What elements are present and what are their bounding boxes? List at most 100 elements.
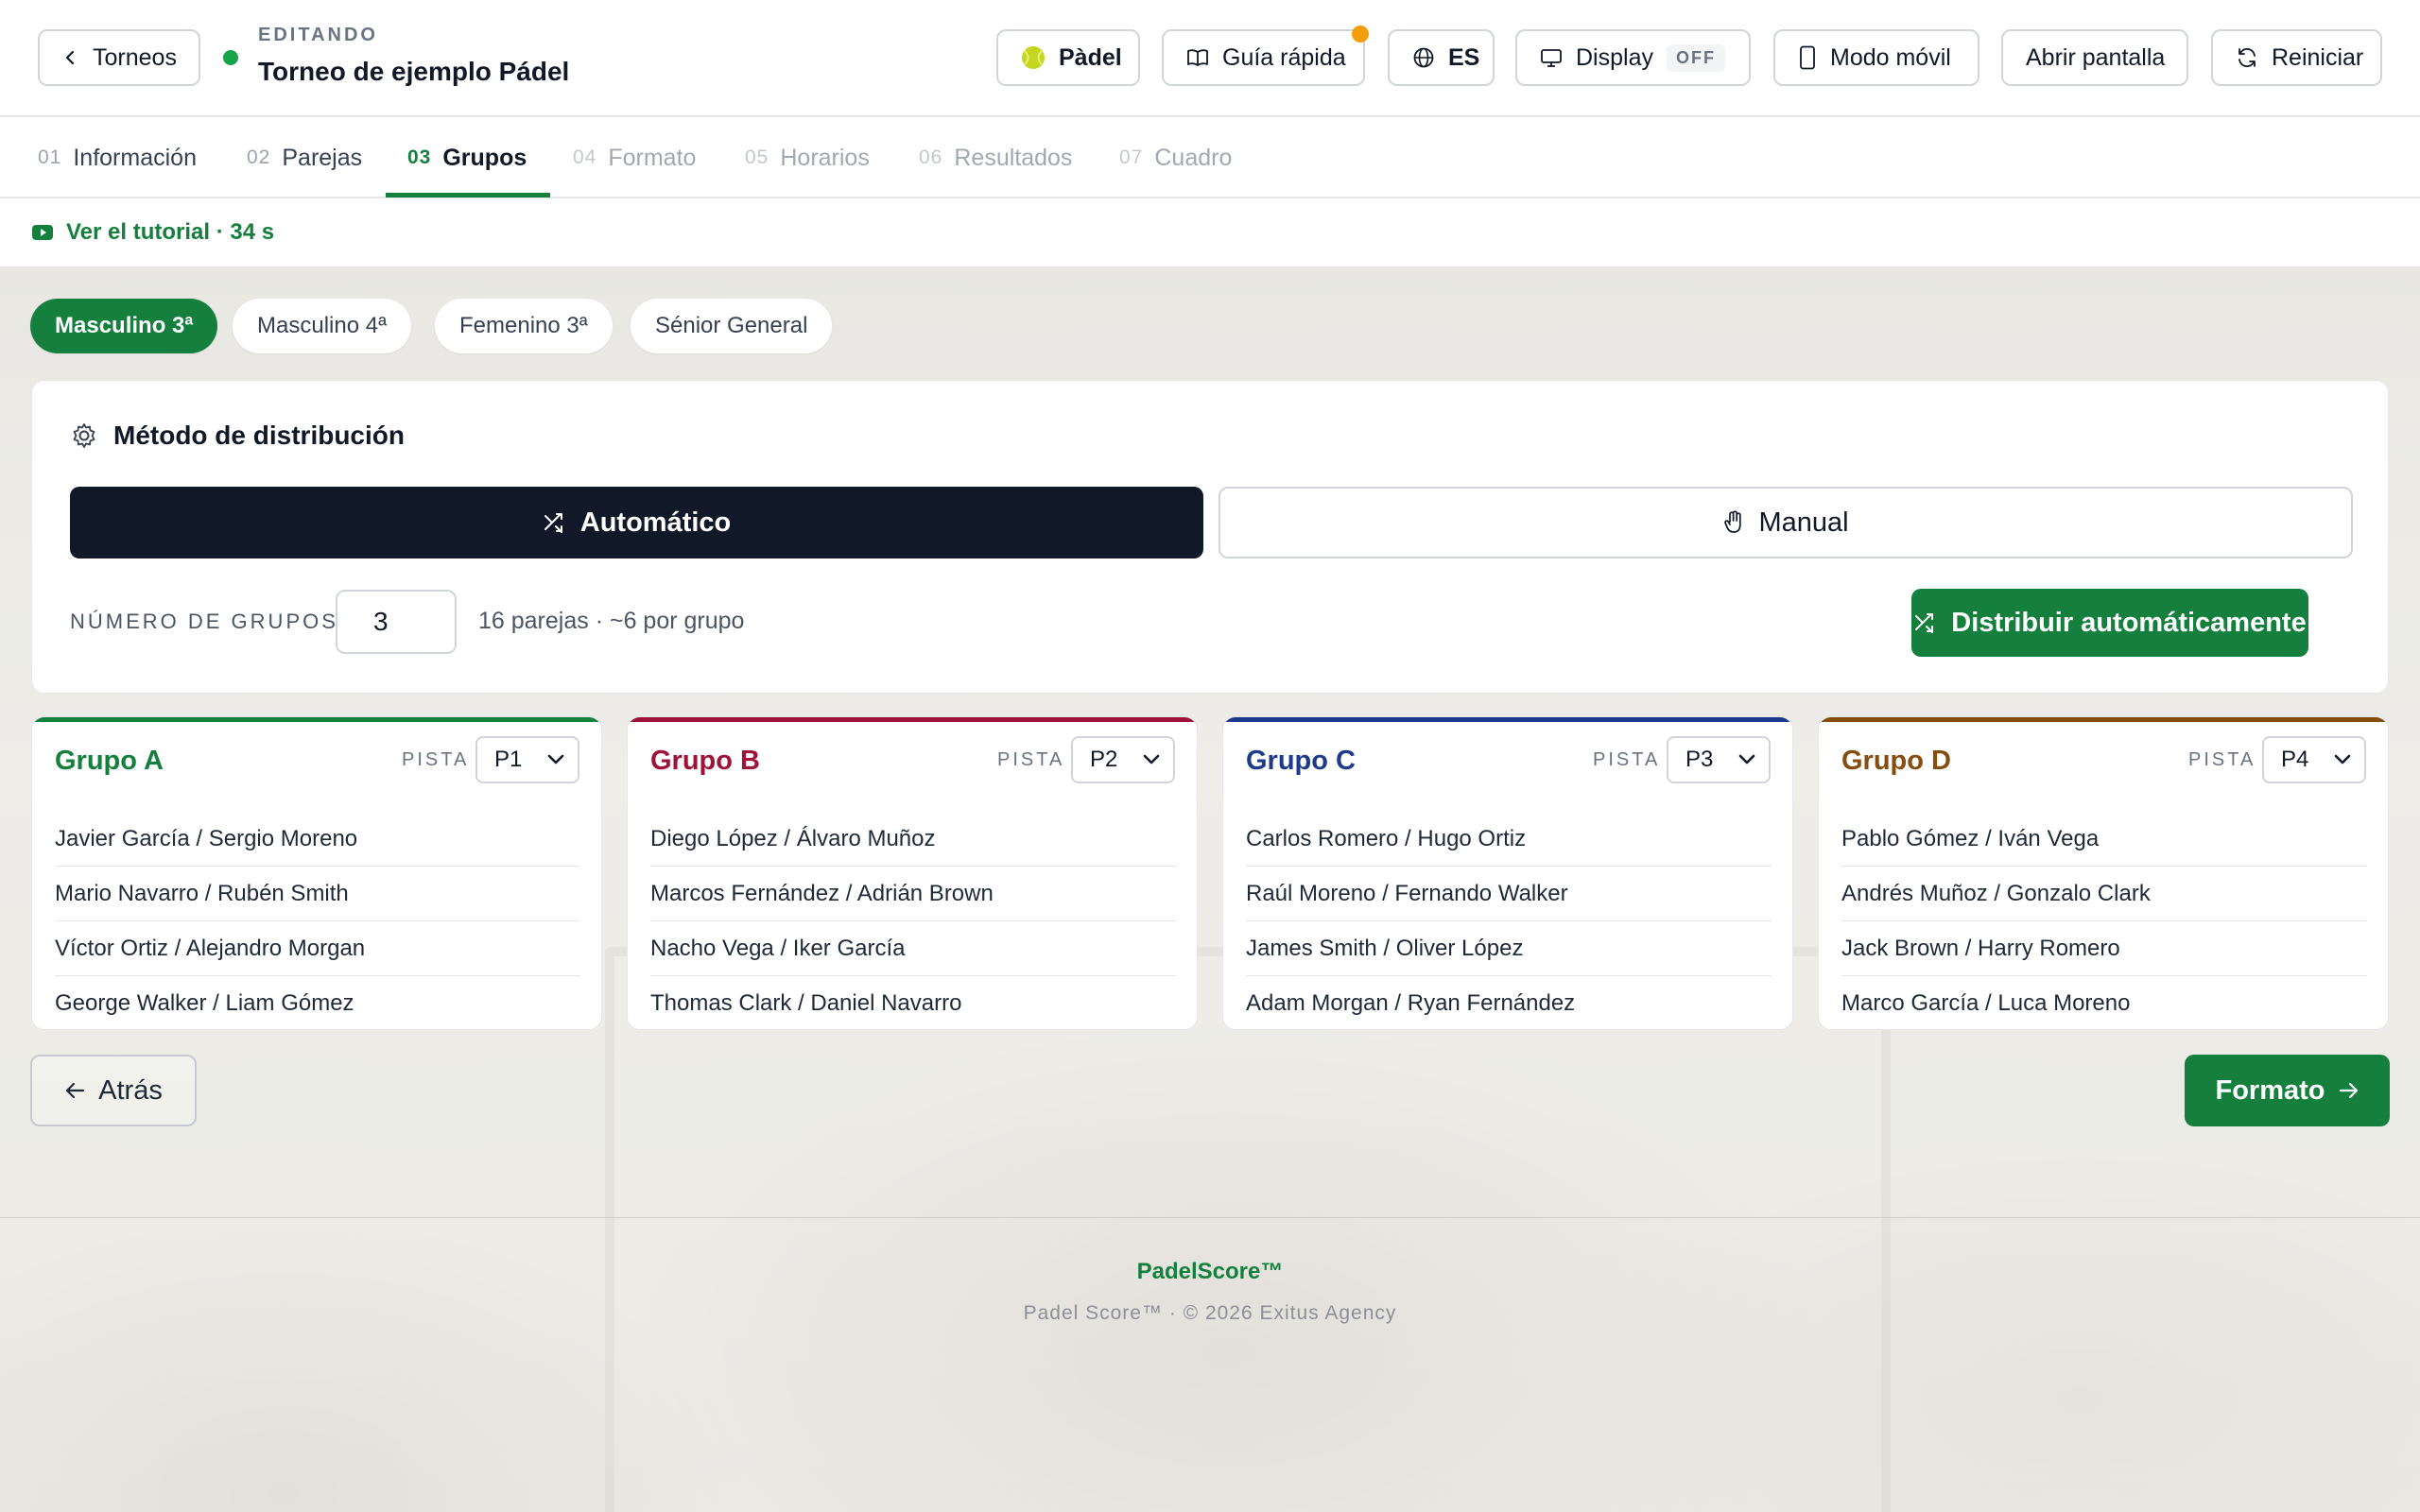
chevron-down-icon bbox=[1143, 754, 1160, 765]
sport-selector-button[interactable]: Pàdel bbox=[996, 29, 1140, 86]
shuffle-icon bbox=[1913, 610, 1938, 635]
next-step-label: Formato bbox=[2215, 1074, 2325, 1106]
smartphone-icon bbox=[1798, 45, 1817, 70]
groups-info-text: 16 parejas · ~6 por grupo bbox=[478, 608, 745, 634]
step-grupos[interactable]: 03 Grupos bbox=[407, 117, 527, 198]
back-step-button[interactable]: Atrás bbox=[30, 1055, 197, 1126]
pair-row[interactable]: Pablo Gómez / Iván Vega bbox=[1841, 812, 2367, 867]
step-horarios[interactable]: 05 Horarios bbox=[745, 117, 870, 198]
pista-select[interactable]: P1 bbox=[475, 736, 579, 783]
pair-row[interactable]: Nacho Vega / Iker García bbox=[650, 921, 1176, 976]
group-color-bar bbox=[628, 717, 1197, 722]
pair-row[interactable]: Carlos Romero / Hugo Ortiz bbox=[1246, 812, 1772, 867]
next-step-formato-button[interactable]: Formato bbox=[2185, 1055, 2390, 1126]
reset-button[interactable]: Reiniciar bbox=[2211, 29, 2382, 86]
distribute-label: Distribuir automáticamente bbox=[1951, 607, 2307, 638]
video-play-icon bbox=[32, 224, 53, 241]
monitor-icon bbox=[1540, 46, 1563, 69]
automatic-mode-button[interactable]: Automático bbox=[70, 487, 1203, 558]
quick-guide-button[interactable]: Guía rápida bbox=[1162, 29, 1365, 86]
editing-label: EDITANDO bbox=[258, 25, 378, 45]
step-number: 03 bbox=[407, 146, 432, 168]
footer-copyright: Padel Score™ · © 2026 Exitus Agency bbox=[1023, 1302, 1397, 1324]
status-dot bbox=[223, 50, 238, 65]
pista-select[interactable]: P2 bbox=[1071, 736, 1175, 783]
step-label: Resultados bbox=[954, 144, 1073, 171]
group-color-bar bbox=[1819, 717, 2388, 722]
gear-icon bbox=[70, 421, 98, 450]
tutorial-link[interactable]: Ver el tutorial · 34 s bbox=[32, 219, 274, 246]
open-screen-button[interactable]: Abrir pantalla bbox=[2001, 29, 2188, 86]
pair-row[interactable]: Andrés Muñoz / Gonzalo Clark bbox=[1841, 867, 2367, 921]
step-informacion[interactable]: 01 Información bbox=[38, 117, 197, 198]
open-screen-label: Abrir pantalla bbox=[2026, 43, 2166, 71]
pair-row[interactable]: Thomas Clark / Daniel Navarro bbox=[650, 976, 1176, 1029]
step-parejas[interactable]: 02 Parejas bbox=[247, 117, 362, 198]
pair-row[interactable]: Víctor Ortiz / Alejandro Morgan bbox=[55, 921, 580, 976]
tutorial-label: Ver el tutorial · 34 s bbox=[66, 219, 275, 245]
step-label: Parejas bbox=[282, 144, 363, 171]
step-label: Información bbox=[73, 144, 197, 171]
pair-row[interactable]: Marcos Fernández / Adrián Brown bbox=[650, 867, 1176, 921]
group-name: Grupo C bbox=[1246, 746, 1356, 776]
mobile-mode-button[interactable]: Modo móvil bbox=[1773, 29, 1979, 86]
category-pill-masculino-4[interactable]: Masculino 4ª bbox=[233, 299, 411, 353]
pair-row[interactable]: George Walker / Liam Gómez bbox=[55, 976, 580, 1029]
chevron-down-icon bbox=[1738, 754, 1755, 765]
group-name: Grupo B bbox=[650, 746, 760, 776]
pair-row[interactable]: Diego López / Álvaro Muñoz bbox=[650, 812, 1176, 867]
pair-row[interactable]: Adam Morgan / Ryan Fernández bbox=[1246, 976, 1772, 1029]
group-name: Grupo A bbox=[55, 746, 164, 776]
back-to-tournaments-button[interactable]: Torneos bbox=[38, 29, 200, 86]
category-pill-femenino-3[interactable]: Femenino 3ª bbox=[435, 299, 613, 353]
quick-guide-label: Guía rápida bbox=[1222, 43, 1346, 71]
pair-row[interactable]: Mario Navarro / Rubén Smith bbox=[55, 867, 580, 921]
pista-value: P1 bbox=[494, 747, 523, 772]
group-name: Grupo D bbox=[1841, 746, 1951, 776]
pista-value: P3 bbox=[1685, 747, 1714, 772]
pista-select[interactable]: P4 bbox=[2262, 736, 2366, 783]
category-pill-masculino-3[interactable]: Masculino 3ª bbox=[30, 299, 218, 353]
step-cuadro[interactable]: 07 Cuadro bbox=[1119, 117, 1232, 198]
pair-row[interactable]: Javier García / Sergio Moreno bbox=[55, 812, 580, 867]
pair-row[interactable]: James Smith / Oliver López bbox=[1246, 921, 1772, 976]
back-step-label: Atrás bbox=[98, 1074, 163, 1106]
wizard-steps: 01 Información 02 Parejas 03 Grupos 04 F… bbox=[0, 117, 2420, 198]
number-of-groups-label: NÚMERO DE GRUPOS: bbox=[70, 610, 348, 633]
chevron-down-icon bbox=[2334, 754, 2351, 765]
step-number: 07 bbox=[1119, 146, 1144, 168]
pista-select[interactable]: P3 bbox=[1667, 736, 1771, 783]
pista-value: P2 bbox=[1090, 747, 1118, 772]
globe-icon bbox=[1412, 46, 1435, 69]
arrow-left-icon bbox=[64, 1081, 85, 1100]
mobile-mode-label: Modo móvil bbox=[1830, 43, 1951, 71]
method-title-label: Método de distribución bbox=[113, 421, 405, 450]
group-card-b: Grupo B PISTA P2 Diego López / Álvaro Mu… bbox=[627, 716, 1198, 1030]
category-pill-senior-general[interactable]: Sénior General bbox=[631, 299, 833, 353]
manual-mode-button[interactable]: Manual bbox=[1219, 487, 2353, 558]
step-number: 06 bbox=[919, 146, 943, 168]
step-resultados[interactable]: 06 Resultados bbox=[919, 117, 1072, 198]
hand-icon bbox=[1722, 510, 1745, 535]
pair-row[interactable]: Jack Brown / Harry Romero bbox=[1841, 921, 2367, 976]
step-formato[interactable]: 04 Formato bbox=[573, 117, 696, 198]
group-card-c: Grupo C PISTA P3 Carlos Romero / Hugo Or… bbox=[1222, 716, 1793, 1030]
language-button[interactable]: ES bbox=[1388, 29, 1495, 86]
distribute-automatically-button[interactable]: Distribuir automáticamente bbox=[1911, 589, 2308, 657]
group-color-bar bbox=[32, 717, 601, 722]
tournament-title: Torneo de ejemplo Pádel bbox=[258, 57, 570, 86]
number-of-groups-input[interactable] bbox=[336, 590, 457, 654]
notification-dot bbox=[1352, 26, 1369, 43]
display-toggle-button[interactable]: Display OFF bbox=[1515, 29, 1751, 86]
pair-row[interactable]: Raúl Moreno / Fernando Walker bbox=[1246, 867, 1772, 921]
footer-logo: PadelScore™ bbox=[1136, 1259, 1284, 1284]
manual-mode-label: Manual bbox=[1758, 507, 1849, 538]
pista-label: PISTA bbox=[997, 749, 1065, 770]
book-icon bbox=[1186, 46, 1209, 69]
sport-label: Pàdel bbox=[1059, 43, 1122, 71]
active-step-underline bbox=[386, 193, 550, 198]
group-card-a: Grupo A PISTA P1 Javier García / Sergio … bbox=[31, 716, 602, 1030]
top-header: Torneos EDITANDO Torneo de ejemplo Pádel… bbox=[0, 0, 2420, 117]
pista-label: PISTA bbox=[402, 749, 470, 770]
pair-row[interactable]: Marco García / Luca Moreno bbox=[1841, 976, 2367, 1029]
